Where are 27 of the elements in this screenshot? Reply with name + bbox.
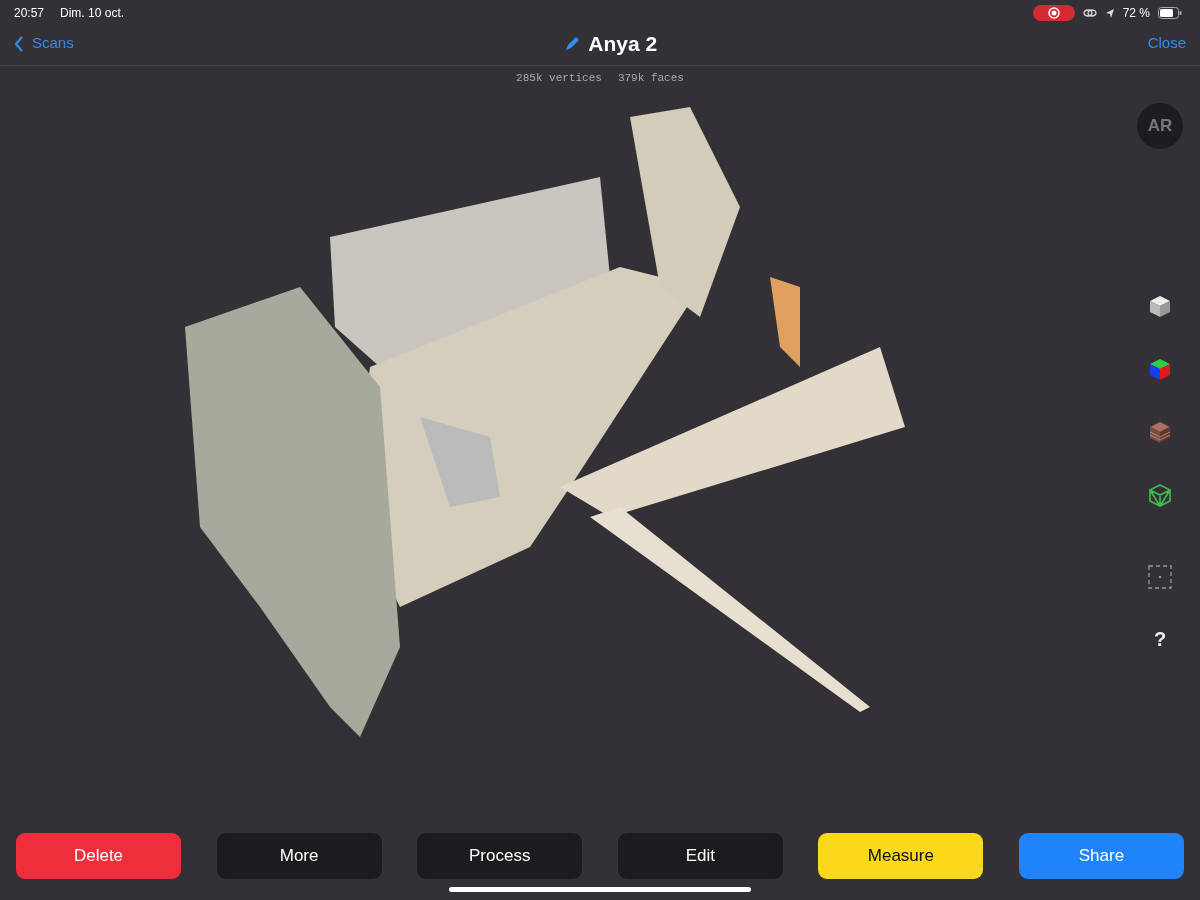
chevron-left-icon[interactable] — [14, 35, 24, 52]
screen-recording-indicator — [1032, 4, 1075, 21]
action-button[interactable]: Measure — [818, 833, 984, 879]
action-button[interactable]: Share — [1018, 833, 1184, 879]
mesh-stat: 285k vertices — [516, 71, 602, 86]
close-button[interactable]: Close — [1147, 32, 1186, 55]
pencil-icon[interactable] — [564, 35, 581, 52]
battery-icon — [1158, 6, 1182, 19]
action-button[interactable]: Edit — [617, 833, 783, 879]
action-button[interactable]: Delete — [16, 833, 181, 879]
wireframe-cube-icon[interactable] — [1148, 482, 1172, 507]
help-button[interactable]: ? — [1147, 622, 1173, 655]
mesh-stat: 379k faces — [617, 71, 684, 86]
location-arrow-icon — [1104, 7, 1115, 18]
ar-button[interactable]: AR — [1137, 102, 1183, 149]
link-icon — [1082, 7, 1097, 18]
status-date: Dim. 10 oct. — [60, 4, 125, 22]
action-button[interactable]: Process — [417, 833, 583, 879]
shaded-cube-icon[interactable] — [1148, 293, 1172, 318]
textured-cube-icon[interactable] — [1148, 419, 1172, 444]
scan-title: Anya 2 — [588, 30, 658, 57]
battery-percentage: 72 % — [1122, 4, 1150, 22]
back-button[interactable]: Scans — [14, 32, 74, 55]
action-button[interactable]: More — [216, 833, 382, 879]
color-cube-icon[interactable] — [1148, 356, 1172, 381]
status-time: 20:57 — [14, 4, 45, 22]
frame-icon[interactable] — [1148, 564, 1172, 589]
